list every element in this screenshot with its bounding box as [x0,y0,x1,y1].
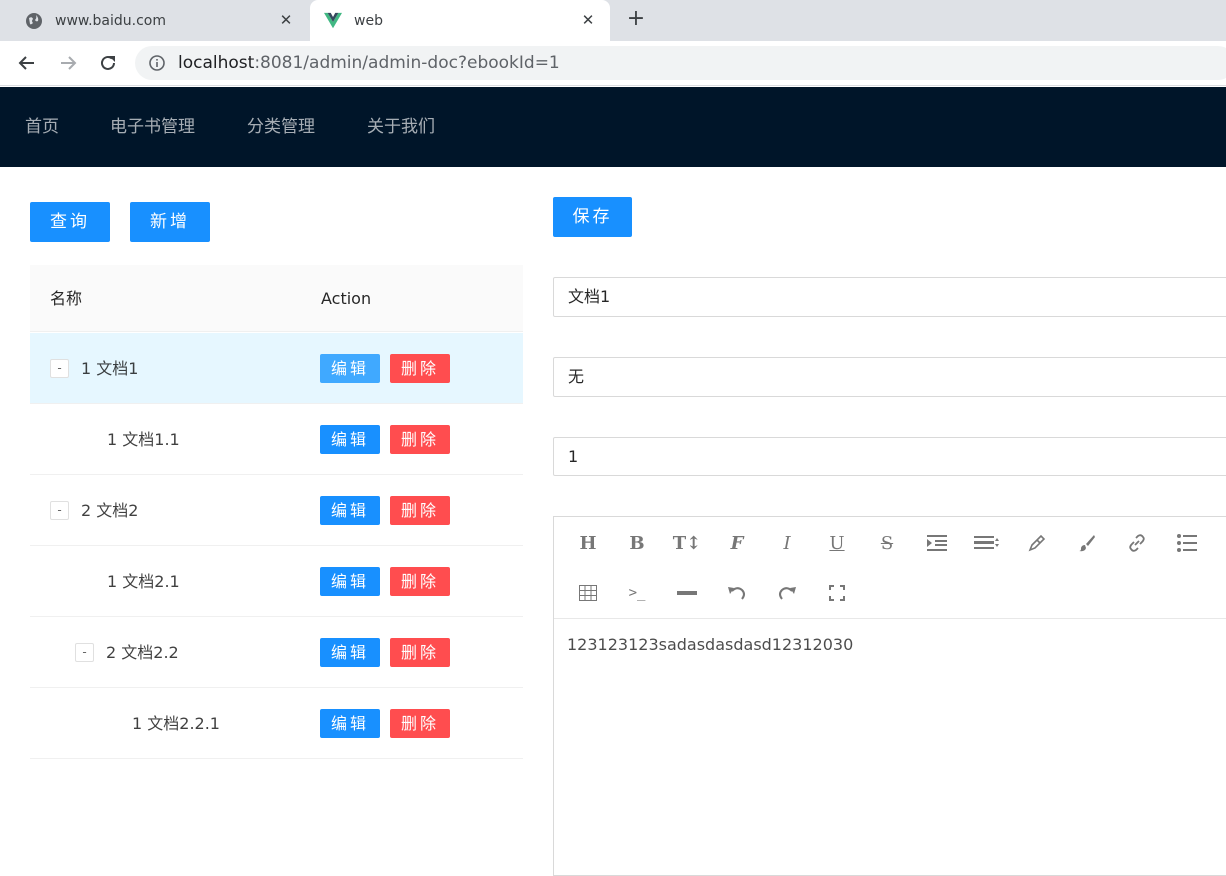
menu-item-category-manage[interactable]: 分类管理 [247,87,315,167]
divider-icon[interactable] [674,580,700,606]
vue-logo-icon [324,12,342,30]
background-color-icon[interactable] [1074,530,1100,556]
column-header-action: Action [321,289,372,308]
table-row[interactable]: 1 文档1.1 编辑 删除 [30,404,523,475]
forward-arrow-icon[interactable] [56,51,80,75]
edit-button[interactable]: 编辑 [320,709,380,738]
menu-item-about[interactable]: 关于我们 [367,87,435,167]
undo-icon[interactable] [724,580,750,606]
edit-button[interactable]: 编辑 [320,567,380,596]
underline-icon[interactable]: U [824,530,850,556]
browser-tab-web[interactable]: web ✕ [310,0,610,41]
delete-button[interactable]: 删除 [390,709,450,738]
list-icon[interactable] [1174,530,1200,556]
reload-icon[interactable] [96,51,120,75]
browser-tab-baidu[interactable]: www.baidu.com ✕ [0,0,308,41]
globe-icon [25,12,43,30]
indent-icon[interactable] [924,530,950,556]
info-icon[interactable] [149,55,165,75]
save-button[interactable]: 保存 [553,197,632,237]
delete-button[interactable]: 删除 [390,425,450,454]
doc-name: 2 文档2 [81,501,139,520]
bold-icon[interactable]: B [624,530,650,556]
delete-button[interactable]: 删除 [390,496,450,525]
close-icon[interactable]: ✕ [276,10,296,30]
edit-button[interactable]: 编辑 [320,425,380,454]
edit-button[interactable]: 编辑 [320,496,380,525]
font-color-icon[interactable] [1024,530,1050,556]
add-button[interactable]: 新增 [130,202,210,242]
browser-toolbar: localhost:8081/admin/admin-doc?ebookId=1 [0,41,1226,86]
rich-text-editor: H B T↕ F I U S >_ 123123123sadasdasdasd1… [553,516,1226,876]
browser-tab-title: web [354,12,383,29]
sort-input[interactable]: 1 [553,437,1226,476]
doc-name: 2 文档2.2 [106,643,179,662]
strikethrough-icon[interactable]: S [874,530,900,556]
browser-tab-title: www.baidu.com [55,12,166,29]
browser-tab-bar: www.baidu.com ✕ web ✕ + [0,0,1226,41]
table-row[interactable]: 1 文档2.1 编辑 删除 [30,546,523,617]
doc-name: 1 文档2.1 [107,572,180,591]
editor-content[interactable]: 123123123sadasdasdasd12312030 [567,635,853,654]
link-icon[interactable] [1124,530,1150,556]
doc-name: 1 文档1 [81,359,139,378]
table-row[interactable]: - 2 文档2.2 编辑 删除 [30,617,523,688]
collapse-toggle[interactable]: - [75,643,94,662]
doc-name: 1 文档2.2.1 [132,714,220,733]
column-header-name: 名称 [50,289,83,308]
edit-button[interactable]: 编辑 [320,354,380,383]
new-tab-plus-icon[interactable]: + [624,8,648,32]
delete-button[interactable]: 删除 [390,354,450,383]
font-family-icon[interactable]: F [724,530,750,556]
edit-button[interactable]: 编辑 [320,638,380,667]
parent-select[interactable]: 无 [553,357,1226,397]
url-text: localhost:8081/admin/admin-doc?ebookId=1 [178,53,560,73]
back-arrow-icon[interactable] [15,51,39,75]
menu-item-home[interactable]: 首页 [25,87,59,167]
address-bar[interactable]: localhost:8081/admin/admin-doc?ebookId=1 [135,46,1226,80]
font-size-icon[interactable]: T↕ [673,530,701,556]
table-icon[interactable] [575,580,601,606]
collapse-toggle[interactable]: - [50,359,69,378]
menu-item-ebook-manage[interactable]: 电子书管理 [110,87,195,167]
close-icon[interactable]: ✕ [578,10,598,30]
italic-icon[interactable]: I [774,530,800,556]
table-row[interactable]: - 2 文档2 编辑 删除 [30,475,523,546]
heading-icon[interactable]: H [575,530,601,556]
app-header: 首页 电子书管理 分类管理 关于我们 [0,87,1226,167]
doc-name: 1 文档1.1 [107,430,180,449]
code-icon[interactable]: >_ [624,580,650,606]
editor-toolbar: H B T↕ F I U S >_ [554,517,1226,619]
redo-icon[interactable] [774,580,800,606]
line-height-icon[interactable] [974,530,1000,556]
delete-button[interactable]: 删除 [390,567,450,596]
collapse-toggle[interactable]: - [50,501,69,520]
table-header: 名称 Action [30,265,523,332]
fullscreen-icon[interactable] [824,580,850,606]
delete-button[interactable]: 删除 [390,638,450,667]
table-row[interactable]: 1 文档2.2.1 编辑 删除 [30,688,523,759]
table-row[interactable]: - 1 文档1 编辑 删除 [30,333,523,404]
query-button[interactable]: 查询 [30,202,110,242]
doc-name-input[interactable]: 文档1 [553,277,1226,317]
